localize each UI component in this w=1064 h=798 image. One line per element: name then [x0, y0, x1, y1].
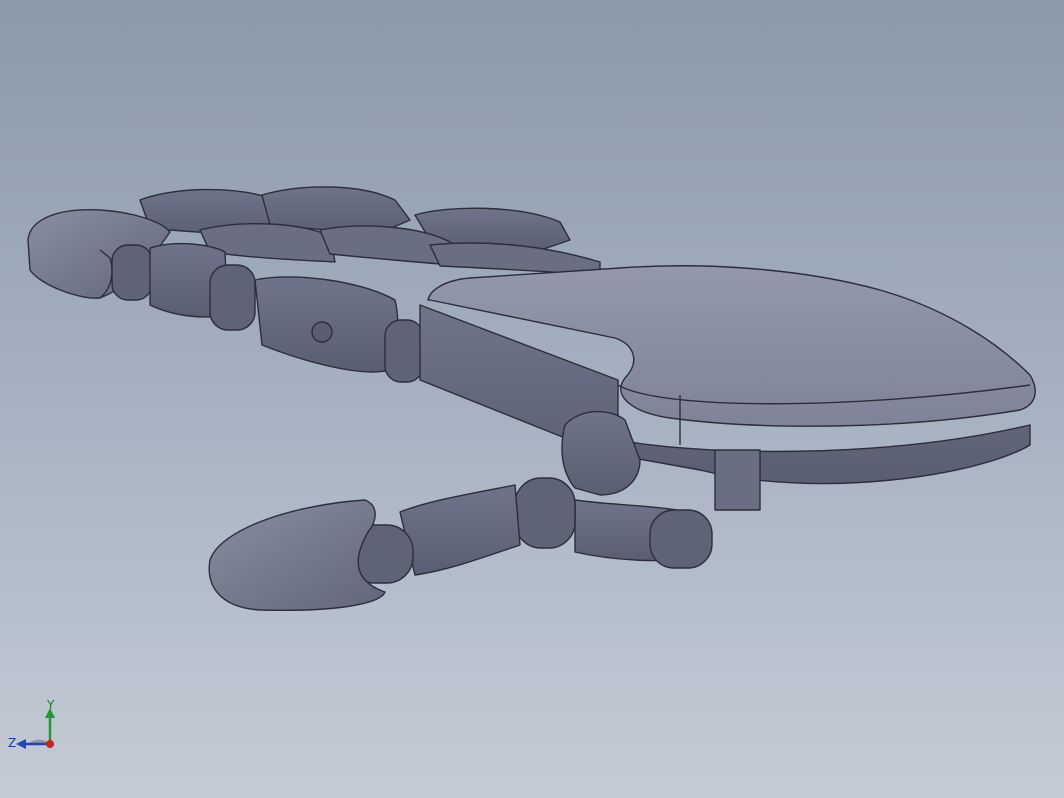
z-axis-label: Z — [8, 736, 16, 750]
thumb-tip — [208, 499, 386, 612]
graphics-viewport[interactable]: Y Z — [0, 0, 1064, 798]
robotic-hand-model[interactable] — [0, 0, 1064, 798]
thumb-bracket — [714, 449, 761, 511]
x-axis-dot — [46, 740, 54, 748]
thumb-joint-1 — [649, 509, 713, 569]
thumb-phalanx-2 — [399, 484, 521, 576]
thumb-base — [561, 410, 641, 496]
coordinate-triad: Y Z — [8, 700, 55, 750]
z-axis-arrow — [16, 739, 26, 749]
index-joint-2 — [209, 264, 256, 331]
y-axis-label: Y — [46, 700, 55, 712]
index-joint-1 — [111, 244, 153, 301]
thumb-joint-2 — [514, 477, 576, 549]
thumb — [208, 410, 761, 612]
index-joint-3 — [384, 319, 424, 383]
